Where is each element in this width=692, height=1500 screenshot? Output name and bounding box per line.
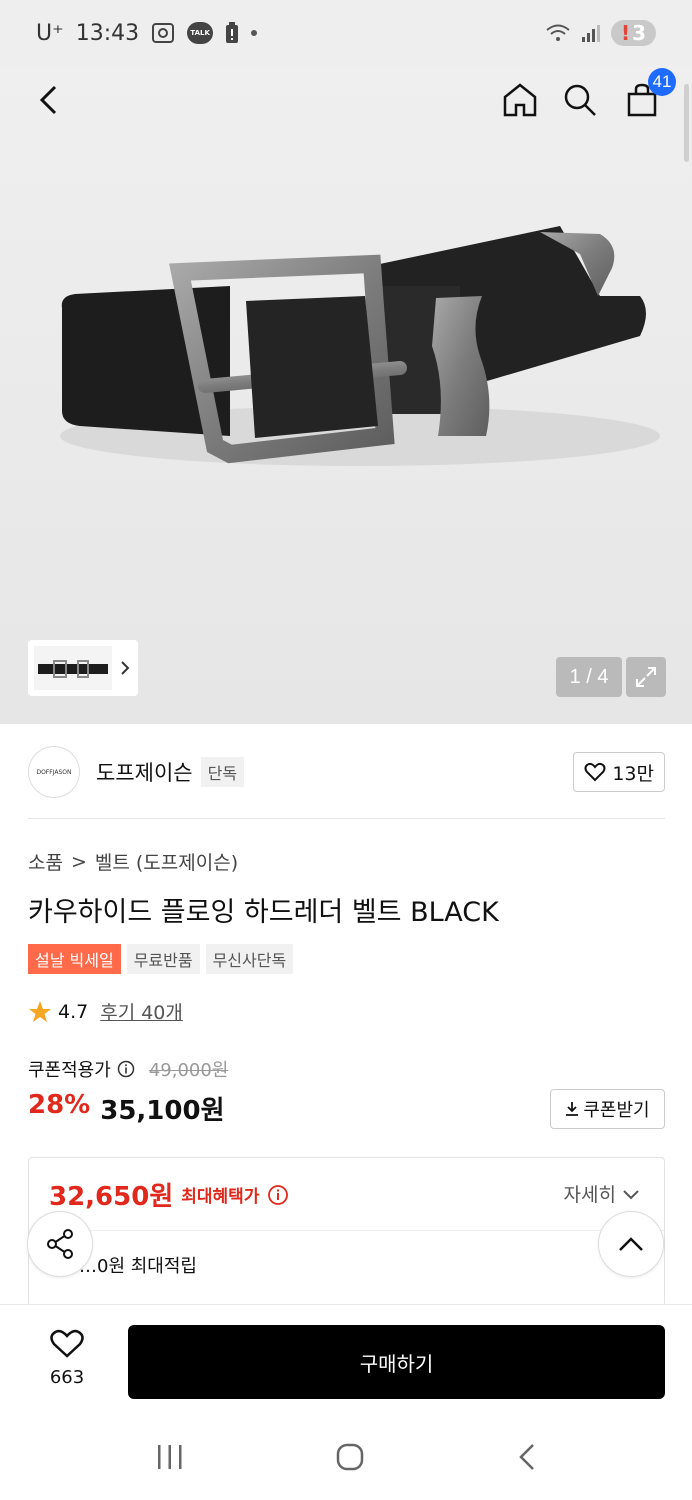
scroll-top-button[interactable] xyxy=(598,1211,664,1277)
chevron-left-icon xyxy=(39,85,57,115)
battery-alert-icon xyxy=(226,22,239,43)
back-button[interactable] xyxy=(26,78,70,122)
alert-count-badge: ! 3 xyxy=(610,20,656,46)
top-navigation: 41 xyxy=(0,66,692,136)
product-title: 카우하이드 플로잉 하드레더 벨트 BLACK xyxy=(28,897,499,928)
sale-tag: 설날 빅세일 xyxy=(28,944,121,974)
heart-icon xyxy=(50,1329,84,1358)
wishlist-count: 663 xyxy=(49,1367,85,1388)
wifi-icon xyxy=(546,24,570,41)
fullscreen-button[interactable] xyxy=(626,657,666,697)
image-counter: 1 / 4 xyxy=(556,657,622,697)
rating-value: 4.7 xyxy=(58,1000,89,1023)
share-button[interactable] xyxy=(27,1211,93,1277)
system-navigation xyxy=(0,1414,692,1500)
back-arrow-icon[interactable] xyxy=(515,1442,537,1472)
status-time: 13:43 xyxy=(75,20,140,46)
detail-label: 자세히 xyxy=(563,1184,616,1206)
bottom-bar: 663 구매하기 xyxy=(0,1304,692,1414)
max-benefit-amount: 32,650원 xyxy=(49,1182,174,1212)
cart-count-badge: 41 xyxy=(648,68,676,96)
download-icon xyxy=(566,1102,579,1116)
thumbnail-image[interactable] xyxy=(34,646,112,690)
sale-price: 35,100원 xyxy=(100,1096,225,1126)
recent-apps-icon[interactable] xyxy=(155,1443,185,1471)
coupon-price-text: 쿠폰적용가 xyxy=(28,1060,111,1081)
star-icon xyxy=(29,1000,51,1022)
review-link[interactable]: 후기 40개 xyxy=(100,998,183,1025)
expand-icon xyxy=(636,667,656,687)
heart-icon xyxy=(584,762,606,782)
info-icon[interactable] xyxy=(267,1184,289,1206)
share-icon xyxy=(47,1229,73,1259)
status-bar: U⁺ 13:43 TALK ! 3 xyxy=(0,0,692,66)
notification-dot-icon xyxy=(251,30,258,36)
breadcrumb-category[interactable]: 소품 xyxy=(28,848,63,875)
brand-name[interactable]: 도프제이슨 xyxy=(96,757,193,787)
brand-logo[interactable]: DOFFJASON xyxy=(28,746,80,798)
home-circle-icon[interactable] xyxy=(335,1442,365,1472)
discount-rate: 28% xyxy=(28,1090,91,1120)
divider xyxy=(29,1230,664,1231)
original-price: 49,000원 xyxy=(148,1060,229,1081)
coupon-price-label: 쿠폰적용가 49,000원 xyxy=(28,1056,228,1082)
max-points: …0원 최대적립 xyxy=(79,1256,197,1277)
breadcrumb-subcategory[interactable]: 벨트 (도프제이슨) xyxy=(95,848,238,875)
benefit-box: 32,650원 최대혜택가 자세히 …0원 최대적립 xyxy=(28,1157,665,1307)
brand-like-count: 13만 xyxy=(612,762,654,785)
buy-button[interactable]: 구매하기 xyxy=(128,1325,665,1399)
breadcrumb-separator: > xyxy=(70,850,87,873)
detail-toggle[interactable]: 자세히 xyxy=(564,1180,640,1207)
kakaotalk-icon: TALK xyxy=(187,22,214,44)
product-tags: 설날 빅세일 무료반품 무신사단독 xyxy=(28,944,294,974)
chevron-up-icon xyxy=(619,1237,643,1251)
exclusive-tag: 단독 xyxy=(200,757,245,787)
rating-row: 4.7 후기 40개 xyxy=(28,998,183,1025)
cart-button[interactable]: 41 xyxy=(620,68,676,122)
carrier-label: U⁺ xyxy=(36,20,64,46)
chevron-right-icon xyxy=(121,661,130,675)
screenshot-icon xyxy=(152,23,175,43)
exclusive-shop-tag: 무신사단독 xyxy=(205,944,294,974)
brand-like-button[interactable]: 13만 xyxy=(573,752,665,792)
info-icon[interactable] xyxy=(117,1060,135,1078)
signal-icon xyxy=(581,25,600,42)
search-button[interactable] xyxy=(558,78,602,122)
divider xyxy=(28,818,665,819)
belt-thumbnail-icon xyxy=(38,660,108,678)
breadcrumb: 소품 > 벨트 (도프제이슨) xyxy=(28,848,238,875)
chevron-down-icon xyxy=(623,1189,639,1199)
thumbnail-strip[interactable] xyxy=(28,640,138,696)
get-coupon-button[interactable]: 쿠폰받기 xyxy=(550,1089,665,1129)
free-return-tag: 무료반품 xyxy=(126,944,200,974)
search-icon xyxy=(564,84,596,116)
belt-product-image xyxy=(60,226,660,466)
get-coupon-label: 쿠폰받기 xyxy=(583,1100,650,1121)
scrollbar[interactable] xyxy=(684,84,689,162)
brand-row: DOFFJASON 도프제이슨 단독 13만 xyxy=(28,744,665,800)
price-row: 28% 35,100원 xyxy=(28,1090,225,1127)
max-benefit-price: 32,650원 최대혜택가 xyxy=(49,1176,289,1213)
max-benefit-label: 최대혜택가 xyxy=(181,1187,260,1207)
home-icon xyxy=(503,83,537,117)
wishlist-button[interactable]: 663 xyxy=(36,1329,98,1388)
home-button[interactable] xyxy=(498,78,542,122)
